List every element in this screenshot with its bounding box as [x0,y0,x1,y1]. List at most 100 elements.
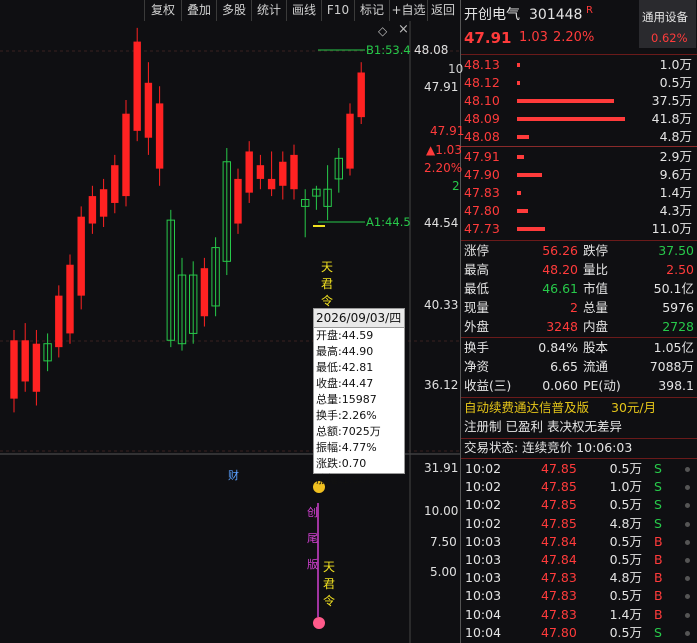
r-badge-icon [313,617,325,629]
tick-volume: 1.0万 [609,479,642,495]
stat-label: 最高 [464,262,490,277]
book-price: 48.09 [464,111,500,126]
candle-body [155,103,164,169]
book-price: 48.13 [464,57,500,72]
book-volume-bar [517,191,521,195]
y-axis-label: 5.00 [430,565,457,579]
toolbar-button-5[interactable]: F10 [321,0,354,21]
book-volume: 11.0万 [651,221,692,236]
tick-price: 47.83 [541,588,577,604]
info-row: 涨跌:0.70 [316,457,367,470]
book-volume: 4.8万 [659,129,692,144]
book-volume: 9.6万 [659,167,692,182]
stats2-row: 换手 0.84% 股本 1.05亿 [461,339,697,357]
ask-row[interactable]: 48.09 41.8万 [461,110,697,128]
info-row: 换手:2.26% [316,409,377,422]
info-row: 总量:15987 [316,393,377,406]
book-price: 47.91 [464,149,500,164]
stat-value: 398.1 [658,378,694,393]
tick-row: 10:02 47.85 0.5万 S [461,460,697,478]
bid-row[interactable]: 47.80 4.3万 [461,202,697,220]
bid-row[interactable]: 47.90 9.6万 [461,166,697,184]
stat-label: 股本 [583,340,609,355]
tick-time: 10:03 [465,552,502,567]
book-volume: 0.5万 [659,75,692,90]
tick-row: 10:04 47.83 1.4万 B [461,606,697,624]
stat-label: 净资 [464,359,490,374]
promo-line2: 注册制 已盈利 表决权无差异 [461,418,697,436]
tick-dot-icon [685,503,690,509]
tick-side: B [654,588,663,604]
stat-value: 2728 [662,319,694,334]
trade-status: 交易状态: 连续竞价 10:06:03 [461,439,697,457]
candle-body [21,340,29,382]
tick-volume: 0.5万 [609,533,642,549]
tick-time: 10:03 [465,533,502,549]
y-axis-label: 10 [448,62,464,76]
indicator-char-3: 版 [307,558,318,571]
toolbar-button-4[interactable]: 画线 [286,0,321,21]
bid-row[interactable]: 47.73 11.0万 [461,220,697,238]
tick-price: 47.80 [541,624,577,640]
book-price: 48.12 [464,75,500,90]
quote-panel: 开创电气 301448 R 通用设备 0.62% 47.91 1.03 2.20… [460,0,697,643]
candle-body [10,340,18,399]
tick-row: 10:02 47.85 4.8万 S [461,515,697,533]
tick-dot-icon [685,630,690,636]
ask-row[interactable]: 48.08 4.8万 [461,128,697,146]
book-volume-bar [517,63,520,67]
y-axis-label: 47.91 [424,80,459,94]
toolbar-button-2[interactable]: 多股 [216,0,251,21]
toolbar-button-7[interactable]: +自选 [389,0,427,21]
close-icon[interactable]: × [398,22,409,37]
toolbar-button-6[interactable]: 标记 [354,0,389,21]
divider [461,240,697,241]
ask-row[interactable]: 48.12 0.5万 [461,74,697,92]
tick-price: 47.85 [541,497,577,513]
stats-row: 外盘 3248 内盘 2728 [461,318,697,336]
promo-line2-text: 注册制 已盈利 表决权无差异 [464,419,622,434]
bid-row[interactable]: 47.91 2.9万 [461,148,697,166]
cai-marker[interactable]: 财 [228,467,239,483]
book-volume-bar [517,227,546,231]
tick-side: S [654,624,662,640]
b1-label: B1:53.4 [366,43,411,57]
tick-price: 47.83 [541,606,577,622]
ask-row[interactable]: 48.10 37.5万 [461,92,697,110]
ask-row[interactable]: 48.13 1.0万 [461,56,697,74]
stat-value: 0.060 [542,378,578,393]
tick-side: S [654,479,662,495]
tick-side: B [654,533,663,549]
stat-label: 内盘 [583,319,609,334]
candle-body [144,82,153,138]
candle-body [290,154,298,190]
stats-row: 最低 46.61 市值 50.1亿 [461,280,697,298]
book-volume-bar [517,135,530,139]
tick-volume: 4.8万 [609,570,642,586]
info-row: 收盘:44.47 [316,377,374,390]
tick-row: 10:03 47.83 0.5万 B [461,587,697,605]
stat-value: 3248 [546,319,578,334]
toolbar-button-8[interactable]: 返回 [427,0,458,21]
toolbar-button-3[interactable]: 统计 [251,0,286,21]
book-volume-bar [517,99,614,103]
bid-row[interactable]: 47.83 1.4万 [461,184,697,202]
stat-label: 收益(三) [464,378,512,393]
tick-price: 47.84 [541,552,577,567]
tick-time: 10:02 [465,515,502,531]
diamond-icon[interactable]: ◇ [378,24,387,38]
toolbar-button-0[interactable]: 复权 [144,0,181,21]
y-axis-label: 36.12 [424,378,459,392]
candle-body [279,161,287,186]
tick-dot-icon [685,539,690,545]
tick-row: 10:03 47.83 4.8万 B [461,569,697,587]
tick-dot-icon [685,558,690,563]
toolbar-button-1[interactable]: 叠加 [181,0,216,21]
y-axis-label: 48.08 [414,43,449,57]
stock-name: 开创电气 [464,7,520,23]
promo-line1[interactable]: 自动续费通达信普及版 30元/月 [461,399,697,417]
tick-time: 10:03 [465,570,502,586]
sector-box[interactable]: 通用设备 0.62% [639,0,696,48]
book-price: 47.83 [464,185,500,200]
candle-body [256,165,265,179]
